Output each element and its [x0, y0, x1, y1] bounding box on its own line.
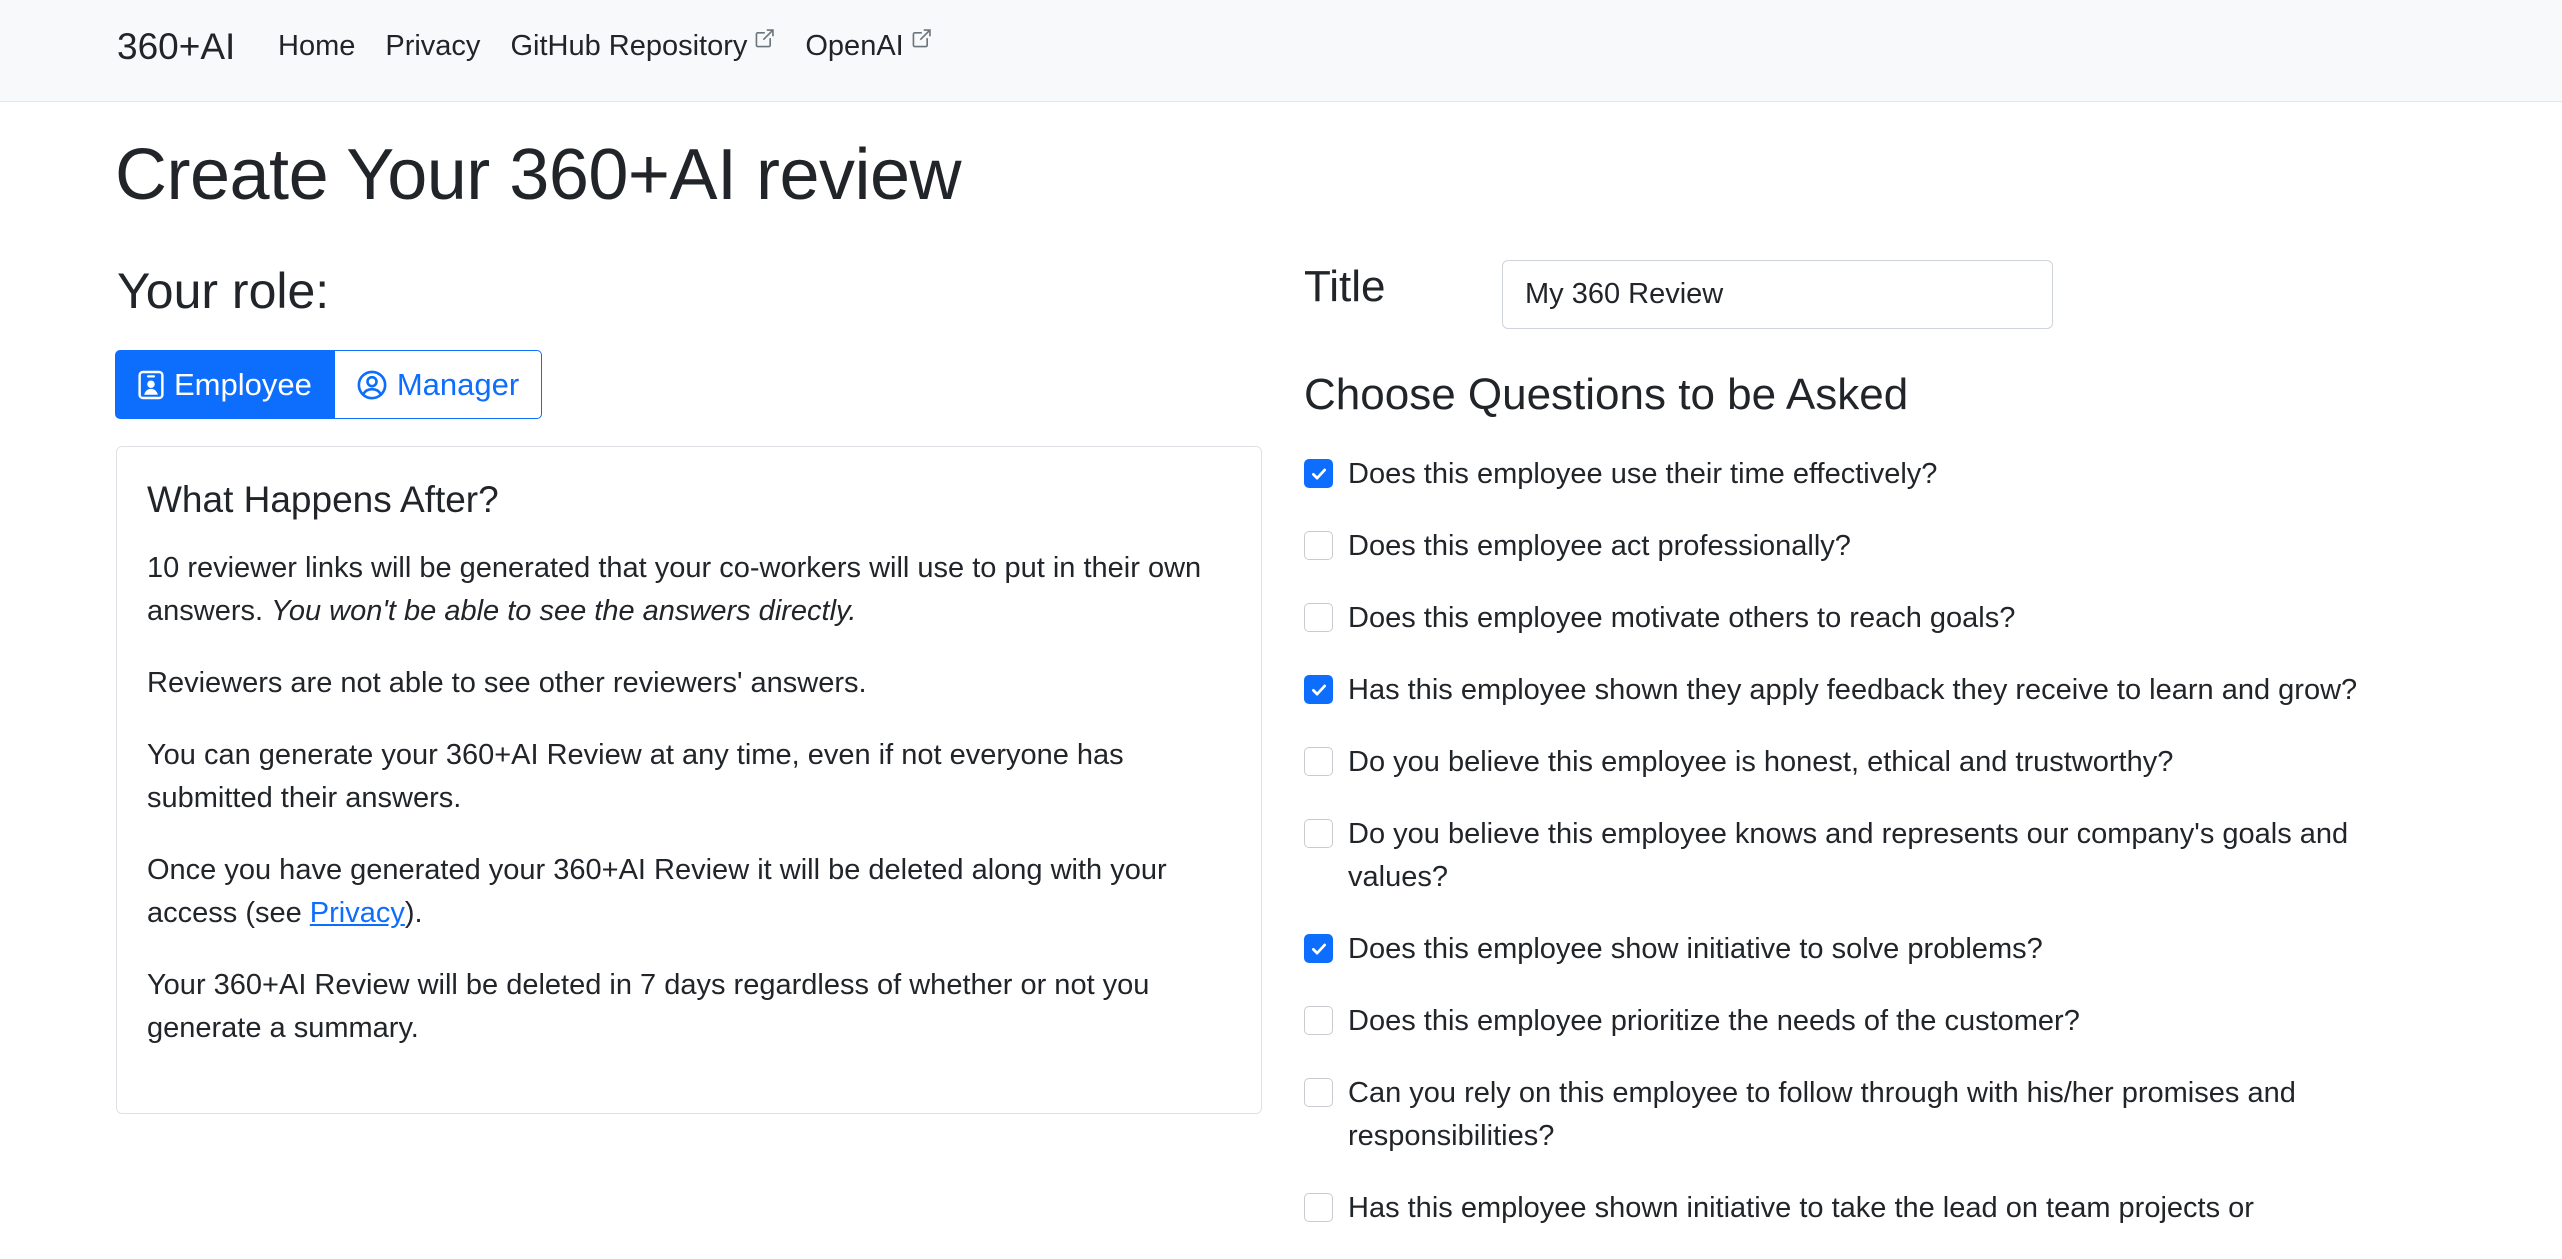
question-item: Does this employee use their time effect… — [1304, 453, 2404, 496]
question-checkbox[interactable] — [1304, 675, 1333, 704]
question-label[interactable]: Do you believe this employee knows and r… — [1348, 813, 2404, 899]
nav-link-privacy[interactable]: Privacy — [385, 30, 480, 63]
badge-icon — [138, 370, 164, 399]
question-checkbox[interactable] — [1304, 531, 1333, 560]
checkmark-icon — [1311, 684, 1326, 695]
question-label[interactable]: Do you believe this employee is honest, … — [1348, 741, 2173, 784]
nav-link-openai[interactable]: OpenAI — [805, 29, 931, 63]
question-label[interactable]: Does this employee show initiative to so… — [1348, 928, 2043, 971]
question-item: Do you believe this employee is honest, … — [1304, 741, 2404, 784]
nav-links: Home Privacy GitHub Repository OpenAI — [278, 29, 962, 63]
manager-role-button[interactable]: Manager — [334, 350, 543, 419]
checkmark-icon — [1311, 468, 1326, 479]
nav-link-label: Privacy — [385, 30, 481, 62]
manager-role-label: Manager — [396, 366, 520, 402]
question-checkbox[interactable] — [1304, 1006, 1333, 1035]
external-link-icon — [755, 29, 775, 48]
employee-role-label: Employee — [174, 366, 312, 402]
question-label[interactable]: Has this employee shown initiative to ta… — [1348, 1187, 2254, 1230]
question-item: Has this employee shown initiative to ta… — [1304, 1187, 2404, 1230]
question-checkbox[interactable] — [1304, 1193, 1333, 1222]
question-item: Does this employee motivate others to re… — [1304, 597, 2404, 640]
question-item: Does this employee act professionally? — [1304, 525, 2404, 568]
question-list: Does this employee use their time effect… — [1304, 453, 2404, 1259]
person-circle-icon — [357, 370, 387, 399]
question-checkbox[interactable] — [1304, 603, 1333, 632]
info-paragraph-4-end: ). — [404, 897, 423, 929]
employee-role-button[interactable]: Employee — [115, 350, 335, 419]
question-checkbox[interactable] — [1304, 1078, 1333, 1107]
question-label[interactable]: Does this employee act professionally? — [1348, 525, 1851, 568]
info-card-heading: What Happens After? — [147, 479, 499, 520]
info-paragraph-4-text: Once you have generated your 360+AI Revi… — [147, 854, 1167, 929]
title-input[interactable] — [1502, 260, 2053, 329]
question-item: Can you rely on this employee to follow … — [1304, 1072, 2404, 1158]
privacy-link[interactable]: Privacy — [310, 897, 405, 929]
question-checkbox[interactable] — [1304, 819, 1333, 848]
info-paragraph-1: 10 reviewer links will be generated that… — [147, 547, 1231, 633]
info-paragraph-2: Reviewers are not able to see other revi… — [147, 667, 867, 699]
question-label[interactable]: Does this employee use their time effect… — [1348, 453, 1937, 496]
question-item: Does this employee prioritize the needs … — [1304, 1000, 2404, 1043]
question-label[interactable]: Has this employee shown they apply feedb… — [1348, 669, 2357, 712]
info-paragraph-1-emphasis: You won't be able to see the answers dir… — [271, 595, 857, 627]
nav-link-home[interactable]: Home — [278, 30, 355, 63]
nav-link-github[interactable]: GitHub Repository — [510, 29, 775, 63]
nav-link-label: OpenAI — [805, 30, 904, 62]
nav-link-label: GitHub Repository — [510, 30, 748, 62]
questions-heading: Choose Questions to be Asked — [1304, 370, 1909, 419]
title-label: Title — [1304, 262, 1386, 311]
question-item: Does this employee show initiative to so… — [1304, 928, 2404, 971]
info-paragraph-3: You can generate your 360+AI Review at a… — [147, 739, 1124, 814]
question-label[interactable]: Does this employee prioritize the needs … — [1348, 1000, 2080, 1043]
checkmark-icon — [1311, 943, 1326, 954]
external-link-icon — [912, 29, 931, 48]
nav-link-label: Home — [278, 30, 356, 62]
question-item: Do you believe this employee knows and r… — [1304, 813, 2404, 899]
question-checkbox[interactable] — [1304, 747, 1333, 776]
navbar: 360+AI Home Privacy GitHub Repository Op… — [0, 0, 2562, 102]
question-checkbox[interactable] — [1304, 459, 1333, 488]
question-item: Has this employee shown they apply feedb… — [1304, 669, 2404, 712]
info-card: What Happens After? 10 reviewer links wi… — [116, 446, 1262, 1114]
role-toggle-group: Employee Manager — [115, 350, 543, 419]
info-paragraph-4: Once you have generated your 360+AI Revi… — [147, 849, 1231, 935]
question-label[interactable]: Can you rely on this employee to follow … — [1348, 1072, 2404, 1158]
page-title: Create Your 360+AI review — [115, 135, 962, 215]
role-heading: Your role: — [117, 263, 330, 319]
info-paragraph-5: Your 360+AI Review will be deleted in 7 … — [147, 969, 1150, 1044]
question-label[interactable]: Does this employee motivate others to re… — [1348, 597, 2015, 640]
question-checkbox[interactable] — [1304, 934, 1333, 963]
brand-link[interactable]: 360+AI — [117, 26, 235, 68]
